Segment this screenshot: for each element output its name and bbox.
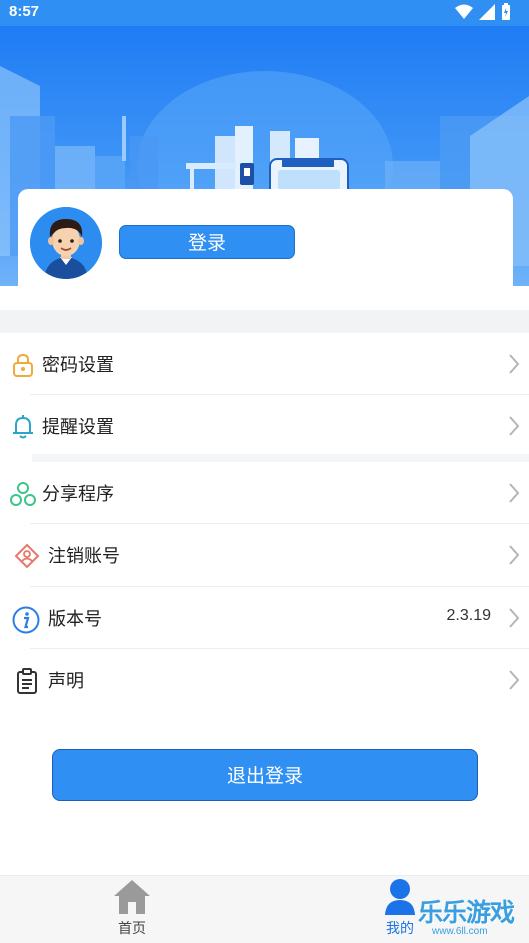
wifi-icon [455,4,473,19]
tab-label: 首页 [118,921,146,937]
login-button[interactable]: 登录 [119,225,295,259]
logout-button[interactable]: 退出登录 [52,749,478,801]
tab-home[interactable]: 首页 [100,876,164,940]
menu-item-label: 分享程序 [42,484,114,505]
menu-item-label: 提醒设置 [42,417,114,438]
bell-icon [13,415,33,439]
menu-item-share-app[interactable]: 分享程序 [0,462,529,524]
status-bar [0,0,529,26]
battery-icon [502,3,510,20]
chevron-right-icon [509,416,520,436]
menu-item-version[interactable]: 版本号 2.3.19 [0,587,529,649]
section-gap [0,310,529,334]
menu-item-reminder-settings[interactable]: 提醒设置 [0,395,529,457]
menu-item-label: 声明 [48,671,84,692]
menu-item-password-settings[interactable]: 密码设置 [0,333,529,395]
info-icon [12,606,40,634]
version-value: 2.3.19 [446,607,491,624]
menu-item-label: 密码设置 [42,355,114,376]
status-time: 8:57 [9,3,40,20]
status-icons [455,3,511,21]
section-gap [32,454,529,462]
menu-item-cancel-account[interactable]: 注销账号 [0,524,529,586]
home-icon [114,880,150,914]
watermark: 乐乐游戏 www.6ll.com [416,893,529,942]
chevron-right-icon [509,670,520,690]
lock-icon [13,353,33,377]
share-icon [10,482,36,506]
menu-item-label: 注销账号 [48,546,120,567]
chevron-right-icon [509,354,520,374]
person-icon [385,879,415,915]
watermark-url: www.6ll.com [432,926,488,937]
chevron-right-icon [509,483,520,503]
watermark-text: 乐乐游戏 [418,898,515,927]
clipboard-icon [17,668,37,694]
chevron-right-icon [509,545,520,565]
user-cancel-icon [14,543,40,569]
avatar-illustration [30,207,102,279]
chevron-right-icon [509,608,520,628]
signal-icon [479,4,495,20]
menu-item-statement[interactable]: 声明 [0,649,529,711]
menu-item-label: 版本号 [48,609,102,630]
avatar[interactable] [30,207,102,279]
